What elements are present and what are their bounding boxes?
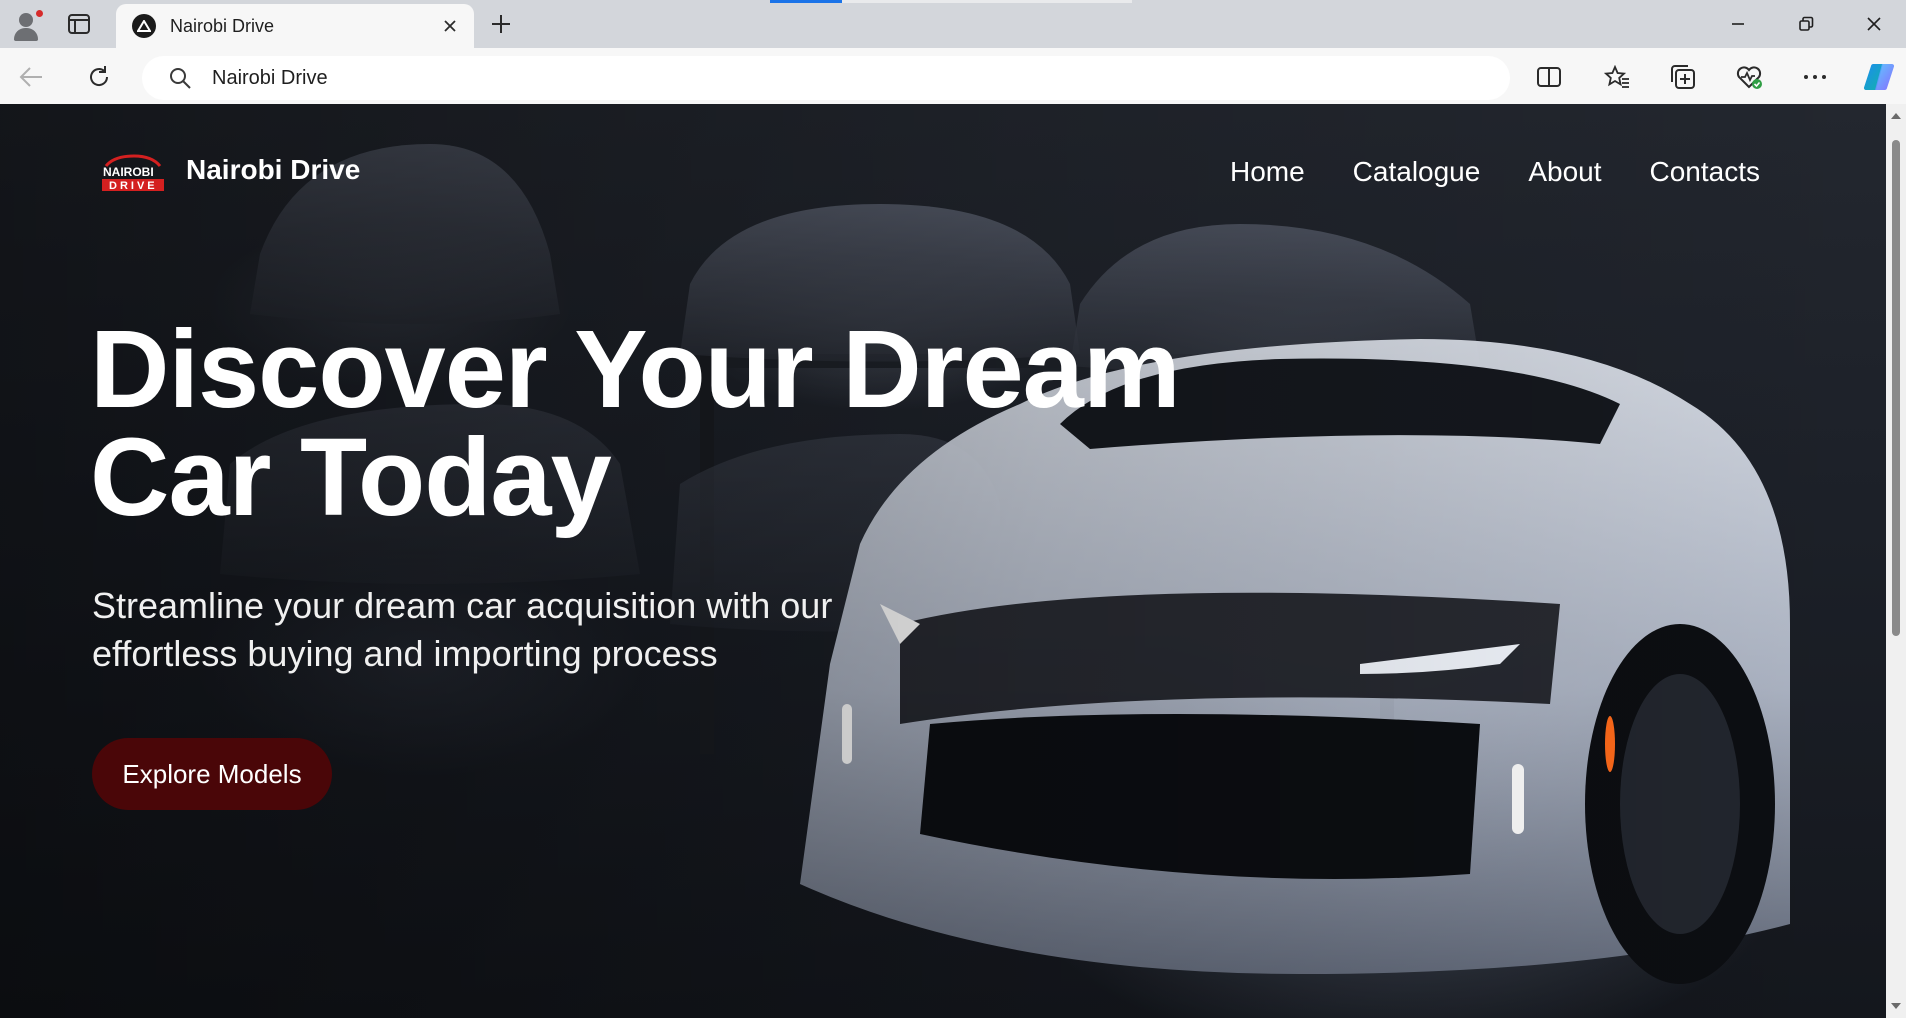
nairobi-drive-logo[interactable]: NAIROBI DRIVE bbox=[100, 152, 166, 192]
new-tab-button[interactable] bbox=[486, 10, 516, 38]
avatar-head bbox=[19, 13, 33, 27]
copilot-button[interactable] bbox=[1862, 60, 1896, 94]
address-input[interactable] bbox=[212, 66, 1412, 90]
address-bar[interactable] bbox=[142, 56, 1510, 100]
browser-tab-bar: Nairobi Drive bbox=[0, 0, 1906, 48]
main-navigation: Home Catalogue About Contacts bbox=[1230, 152, 1760, 192]
back-button[interactable] bbox=[14, 60, 48, 94]
close-window-button[interactable] bbox=[1852, 8, 1896, 40]
close-icon bbox=[444, 20, 456, 32]
hero-subtitle-line-2: effortless buying and importing process bbox=[92, 633, 718, 674]
restore-icon bbox=[1799, 16, 1814, 31]
more-options-button[interactable] bbox=[1798, 60, 1832, 94]
minimize-button[interactable] bbox=[1716, 8, 1760, 40]
split-screen-icon bbox=[1537, 67, 1561, 87]
close-icon bbox=[1867, 17, 1881, 31]
scrollbar-thumb[interactable] bbox=[1892, 140, 1900, 636]
favorites-button[interactable] bbox=[1600, 60, 1634, 94]
page-viewport: NAIROBI DRIVE Nairobi Drive Home Catalog… bbox=[0, 104, 1886, 1018]
nav-contacts-link[interactable]: Contacts bbox=[1650, 152, 1761, 192]
reload-button[interactable] bbox=[82, 60, 116, 94]
nav-home-link[interactable]: Home bbox=[1230, 152, 1305, 192]
collections-button[interactable] bbox=[1666, 60, 1700, 94]
browser-essentials-button[interactable] bbox=[1732, 60, 1766, 94]
explore-models-button[interactable]: Explore Models bbox=[92, 738, 332, 810]
tab-actions-button[interactable] bbox=[64, 10, 94, 38]
hero-title-line-1: Discover Your Dream bbox=[90, 308, 1181, 431]
search-icon bbox=[166, 64, 194, 92]
nav-catalogue-link[interactable]: Catalogue bbox=[1353, 152, 1481, 192]
hero-background-image bbox=[0, 104, 1886, 1018]
browser-tab-active[interactable]: Nairobi Drive bbox=[116, 4, 474, 48]
hero-title-line-2: Car Today bbox=[90, 416, 612, 539]
hero-subtitle: Streamline your dream car acquisition wi… bbox=[92, 582, 892, 678]
copilot-icon bbox=[1863, 63, 1895, 91]
scroll-down-arrow-icon[interactable] bbox=[1890, 1000, 1902, 1012]
more-icon bbox=[1804, 75, 1826, 79]
site-triangle-icon bbox=[132, 14, 156, 38]
minimize-icon bbox=[1732, 23, 1744, 25]
hero-subtitle-line-1: Streamline your dream car acquisition wi… bbox=[92, 585, 833, 626]
favorites-icon bbox=[1604, 65, 1629, 88]
split-screen-button[interactable] bbox=[1532, 60, 1566, 94]
scroll-up-arrow-icon[interactable] bbox=[1890, 110, 1902, 122]
tab-title: Nairobi Drive bbox=[170, 15, 275, 36]
notification-dot bbox=[35, 9, 44, 18]
collections-icon bbox=[1671, 65, 1695, 89]
logo-line-1: NAIROBI bbox=[103, 165, 154, 179]
loading-progress-track bbox=[842, 0, 1132, 3]
reload-icon bbox=[90, 66, 109, 86]
close-tab-button[interactable] bbox=[438, 14, 462, 38]
nav-about-link[interactable]: About bbox=[1528, 152, 1601, 192]
loading-progress-indicator bbox=[770, 0, 842, 3]
tab-actions-icon bbox=[68, 14, 90, 34]
hero-title: Discover Your Dream Car Today bbox=[90, 308, 1290, 539]
browser-essentials-icon bbox=[1736, 66, 1762, 89]
brand-name[interactable]: Nairobi Drive bbox=[186, 154, 360, 186]
avatar-body bbox=[14, 28, 38, 41]
profile-avatar[interactable] bbox=[8, 6, 44, 42]
restore-button[interactable] bbox=[1784, 8, 1828, 40]
logo-line-2: DRIVE bbox=[109, 180, 158, 192]
back-arrow-icon bbox=[19, 67, 42, 87]
plus-icon bbox=[492, 15, 510, 33]
page-scrollbar[interactable] bbox=[1886, 104, 1906, 1018]
browser-toolbar bbox=[0, 48, 1906, 104]
